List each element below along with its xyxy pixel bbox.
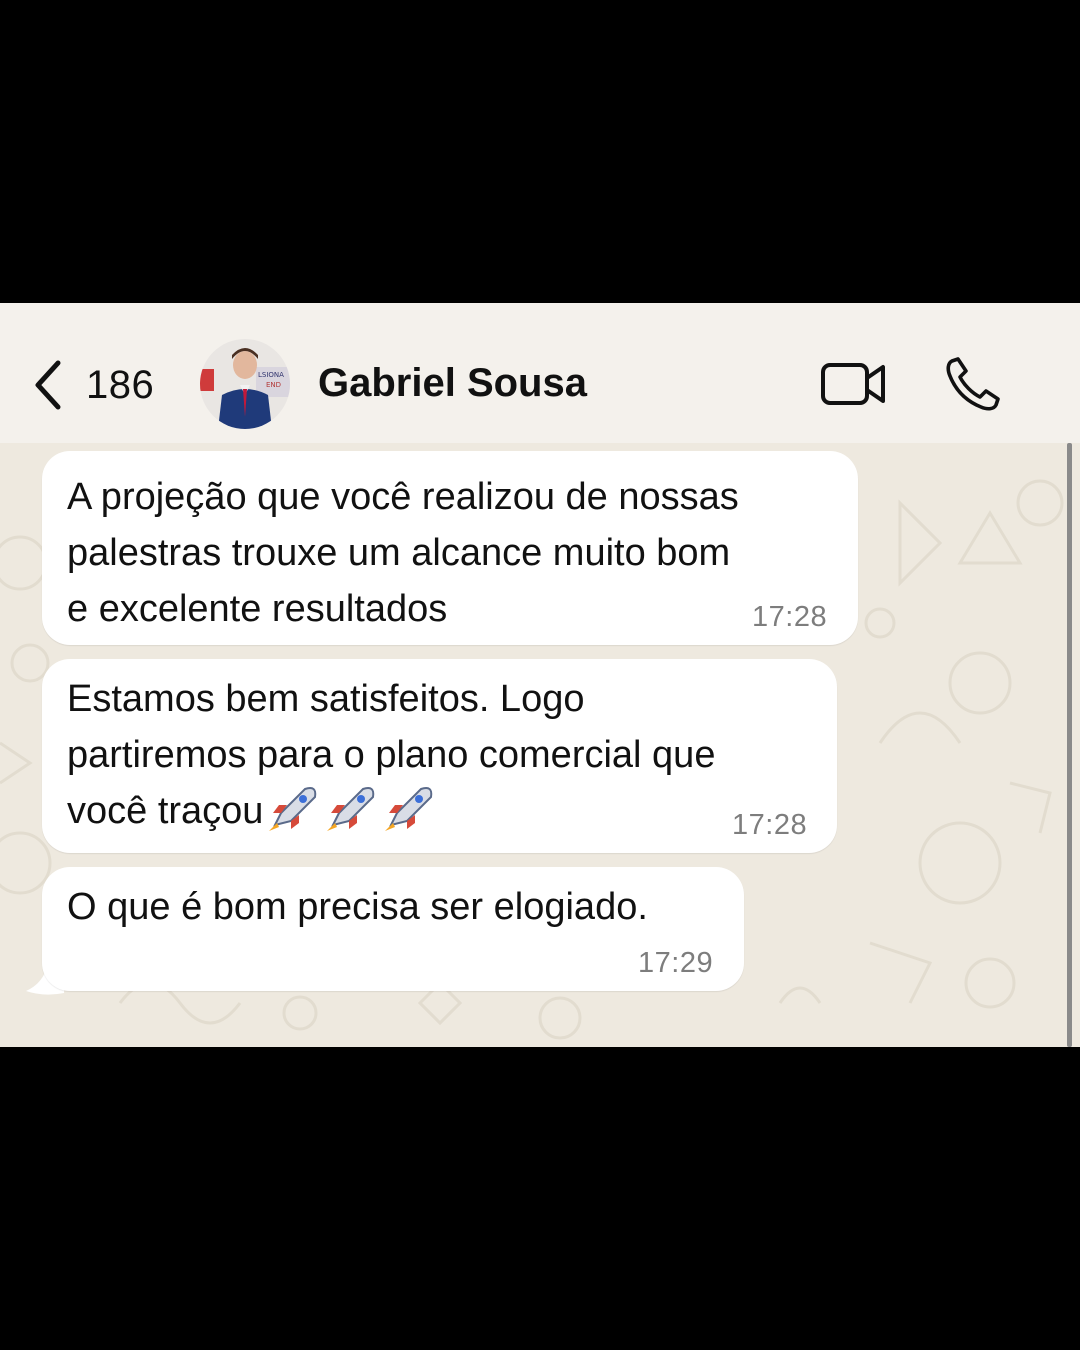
message-text: A projeção que você realizou de nossas p…	[67, 476, 739, 630]
phone-icon[interactable]	[944, 355, 1002, 413]
svg-text:LSIONA: LSIONA	[258, 371, 284, 379]
message-text-block: Estamos bem satisfeitos. Logo partiremos…	[67, 671, 715, 839]
rocket-icon	[269, 787, 317, 831]
message-bubble[interactable]: O que é bom precisa ser elogiado. 17:29	[42, 867, 744, 991]
contact-photo: LSIONA END	[200, 339, 290, 429]
svg-text:END: END	[266, 381, 281, 389]
message-time: 17:28	[752, 601, 828, 633]
message-time: 17:29	[638, 947, 714, 979]
contact-name[interactable]: Gabriel Sousa	[318, 361, 587, 406]
video-camera-icon[interactable]	[820, 359, 888, 409]
back-button[interactable]: 186	[28, 353, 154, 417]
rocket-icon	[327, 787, 375, 831]
message-list[interactable]: A projeção que você realizou de nossas p…	[0, 443, 1080, 1047]
message-bubble[interactable]: A projeção que você realizou de nossas p…	[42, 451, 858, 645]
chat-screen: 186 LSIONA END Gabriel Sousa A projeção …	[0, 303, 1080, 1047]
rocket-icon	[385, 787, 433, 831]
message-time: 17:28	[732, 809, 808, 841]
avatar[interactable]: LSIONA END	[200, 339, 290, 429]
chevron-left-icon	[35, 360, 61, 410]
unread-count: 186	[86, 362, 155, 407]
message-text: O que é bom precisa ser elogiado.	[67, 886, 648, 928]
message-bubble[interactable]: Estamos bem satisfeitos. Logo partiremos…	[42, 659, 837, 853]
chat-header: 186 LSIONA END Gabriel Sousa	[0, 303, 1080, 443]
scrollbar[interactable]	[1067, 443, 1072, 1047]
